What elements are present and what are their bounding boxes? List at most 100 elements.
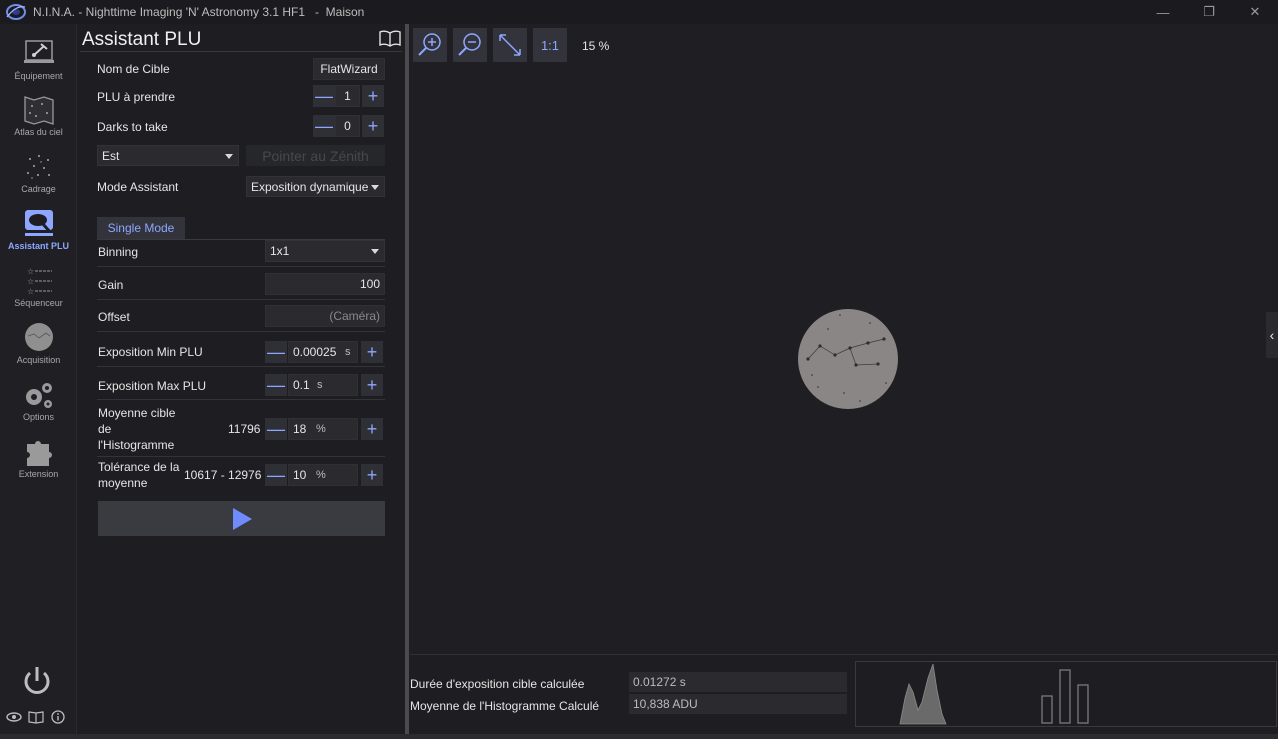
flats-count-input[interactable]: 1: [335, 85, 360, 107]
tolerance-value: 10: [293, 468, 307, 482]
power-icon[interactable]: [20, 664, 54, 698]
zoom-out-button[interactable]: [453, 28, 487, 62]
row-divider: [97, 331, 385, 332]
panel-splitter[interactable]: [405, 24, 409, 739]
sidebar-item-imaging[interactable]: Acquisition: [0, 322, 77, 379]
max-exposure-input[interactable]: 0.1 s: [288, 374, 358, 396]
maximize-button[interactable]: ❐: [1186, 0, 1232, 24]
tolerance-unit: %: [316, 469, 326, 481]
fit-to-screen-button[interactable]: [493, 28, 527, 62]
minimize-button[interactable]: —: [1140, 0, 1186, 24]
manual-book-icon[interactable]: [28, 710, 44, 724]
tolerance-label: Tolérance de la: [98, 460, 180, 474]
histogram-mean-label: l'Histogramme: [98, 438, 175, 452]
zoom-out-icon: [458, 33, 481, 56]
offset-label: Offset: [98, 310, 130, 324]
documentation-book-icon[interactable]: [379, 30, 401, 47]
histogram-mean-label: Moyenne cible: [98, 406, 176, 420]
zoom-level: 15 %: [582, 39, 610, 53]
min-exposure-increment-button[interactable]: +: [361, 341, 383, 363]
chevron-down-icon: [371, 184, 379, 190]
max-exposure-decrement-button[interactable]: —: [265, 374, 287, 396]
sidebar-item-label: Cadrage: [21, 184, 56, 194]
gain-input[interactable]: 100: [265, 273, 385, 295]
direction-select[interactable]: Est: [97, 145, 239, 166]
results-area: Durée d'exposition cible calculée 0.0127…: [410, 654, 1278, 734]
histogram-mean-value: 18: [293, 422, 307, 436]
calculated-histogram-mean-label: Moyenne de l'Histogramme Calculé: [410, 699, 600, 713]
point-to-zenith-button[interactable]: Pointer au Zénith: [246, 145, 385, 166]
histogram-mean-unit: %: [316, 423, 326, 435]
histogram-mean-input[interactable]: 18 %: [288, 418, 358, 440]
target-name-label: Nom de Cible: [97, 62, 170, 76]
flats-decrement-button[interactable]: —: [313, 85, 335, 107]
binning-label: Binning: [98, 245, 139, 259]
sidebar-item-framing[interactable]: Cadrage: [0, 151, 77, 208]
flats-to-take-label: PLU à prendre: [97, 90, 176, 104]
histogram-mean-decrement-button[interactable]: —: [265, 418, 287, 440]
sidebar-item-extension[interactable]: Extension: [0, 436, 77, 493]
target-name-input[interactable]: FlatWizard: [313, 58, 385, 80]
tolerance-increment-button[interactable]: +: [361, 464, 383, 486]
darks-to-take-label: Darks to take: [97, 120, 168, 134]
sidebar-item-options[interactable]: Options: [0, 379, 77, 436]
sidebar-item-label: Options: [22, 412, 55, 422]
sidebar-item-equipment[interactable]: Équipement: [0, 38, 77, 95]
calculated-histogram-mean-value: 10,838 ADU: [629, 694, 847, 714]
tab-single-mode[interactable]: Single Mode: [97, 217, 185, 239]
flats-increment-button[interactable]: +: [362, 85, 384, 107]
sidebar-item-label: Assistant PLU: [7, 241, 69, 251]
close-button[interactable]: ✕: [1232, 0, 1278, 24]
sidebar-item-flat-wizard[interactable]: Assistant PLU: [0, 208, 77, 265]
calculated-exposure-value: 0.01272 s: [629, 672, 847, 692]
histogram-mean-label: de: [98, 422, 112, 436]
binning-select[interactable]: 1x1: [265, 240, 385, 262]
histogram-preview: [855, 661, 1277, 727]
tolerance-decrement-button[interactable]: —: [265, 464, 287, 486]
darks-decrement-button[interactable]: —: [313, 115, 335, 137]
status-bar: [0, 734, 1278, 739]
offset-input[interactable]: (Caméra): [265, 305, 385, 327]
darks-count-input[interactable]: 0: [335, 115, 360, 137]
title-divider: [80, 51, 402, 52]
zoom-in-icon: [418, 33, 441, 56]
row-divider: [97, 299, 385, 300]
min-exposure-value: 0.00025: [293, 345, 337, 359]
svg-text:☆: ☆: [27, 287, 34, 296]
darks-increment-button[interactable]: +: [362, 115, 384, 137]
min-exposure-unit: s: [345, 346, 351, 358]
info-icon[interactable]: [50, 710, 66, 724]
histogram-mean-adu: 11796: [228, 422, 261, 436]
sidebar-item-label: Équipement: [14, 71, 63, 81]
collapse-panel-button[interactable]: ‹: [1266, 312, 1278, 358]
eye-icon[interactable]: [6, 710, 22, 724]
puzzle-icon: [26, 441, 52, 466]
wizard-mode-select[interactable]: Exposition dynamique: [246, 176, 385, 197]
gears-icon: [25, 383, 52, 408]
tolerance-label: moyenne: [98, 476, 148, 490]
svg-text:☆: ☆: [27, 277, 34, 286]
flat-wizard-icon: [24, 210, 53, 236]
direction-value: Est: [102, 148, 120, 163]
sidebar-item-label: Acquisition: [16, 355, 61, 365]
sidebar-item-sequencer[interactable]: ☆ ☆ ☆ Séquenceur: [0, 265, 77, 322]
min-exposure-input[interactable]: 0.00025 s: [288, 341, 358, 363]
tolerance-input[interactable]: 10 %: [288, 464, 358, 486]
image-area: 1:1 15 % ‹: [410, 24, 1278, 654]
min-exposure-decrement-button[interactable]: —: [265, 341, 287, 363]
sidebar-item-label: Atlas du ciel: [14, 127, 63, 137]
zoom-in-button[interactable]: [413, 28, 447, 62]
framing-icon: [26, 155, 50, 179]
sky-atlas-icon: [23, 96, 54, 125]
start-flat-wizard-button[interactable]: [98, 501, 385, 536]
gain-label: Gain: [98, 278, 124, 292]
sidebar-item-sky-atlas[interactable]: Atlas du ciel: [0, 94, 77, 151]
histogram-mean-increment-button[interactable]: +: [361, 418, 383, 440]
row-divider: [97, 399, 385, 400]
chevron-down-icon: [225, 153, 233, 159]
max-exposure-increment-button[interactable]: +: [361, 374, 383, 396]
constellation-placeholder-icon: [798, 309, 898, 409]
sidebar-item-label: Séquenceur: [14, 298, 63, 308]
nina-logo-icon: [6, 4, 26, 20]
one-to-one-button[interactable]: 1:1: [533, 28, 567, 62]
